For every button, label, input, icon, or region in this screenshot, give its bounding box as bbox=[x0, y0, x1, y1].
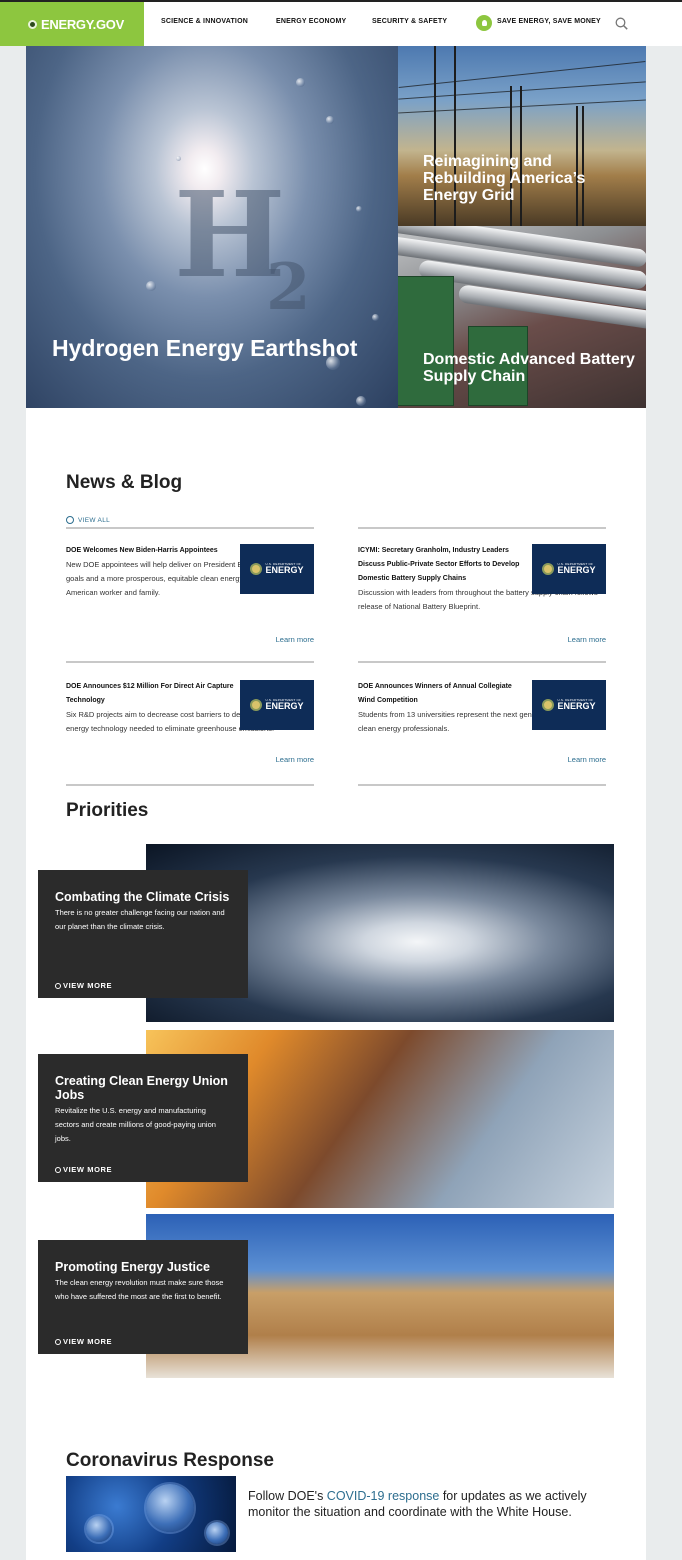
priority-title[interactable]: Creating Clean Energy Union Jobs bbox=[55, 1074, 231, 1102]
priority-card: Creating Clean Energy Union Jobs Revital… bbox=[38, 1054, 248, 1182]
coronavirus-section-title: Coronavirus Response bbox=[66, 1450, 274, 1471]
site-header: ENERGY.GOV SCIENCE & INNOVATION ENERGY E… bbox=[0, 2, 682, 46]
bubble-decoration bbox=[356, 396, 366, 406]
learn-more-link[interactable]: Learn more bbox=[276, 755, 314, 764]
doe-seal-icon bbox=[542, 699, 555, 711]
bubble-decoration bbox=[356, 206, 362, 212]
nav-security-safety[interactable]: SECURITY & SAFETY bbox=[372, 18, 447, 25]
lightbulb-icon bbox=[476, 15, 492, 31]
doe-energy-thumbnail[interactable]: U.S. DEPARTMENT OF ENERGY bbox=[532, 544, 606, 594]
doe-seal-icon bbox=[250, 563, 263, 575]
news-item: U.S. DEPARTMENT OF ENERGY DOE Announces $… bbox=[66, 680, 314, 770]
doe-energy-thumbnail[interactable]: U.S. DEPARTMENT OF ENERGY bbox=[240, 544, 314, 594]
news-item: U.S. DEPARTMENT OF ENERGY ICYMI: Secretar… bbox=[358, 544, 606, 648]
divider bbox=[358, 784, 606, 786]
virus-decoration bbox=[146, 1484, 194, 1532]
learn-more-link[interactable]: Learn more bbox=[276, 635, 314, 644]
priority-title[interactable]: Promoting Energy Justice bbox=[55, 1260, 231, 1274]
view-all-link[interactable]: VIEW ALL bbox=[66, 516, 110, 524]
doe-energy-thumbnail[interactable]: U.S. DEPARTMENT OF ENERGY bbox=[240, 680, 314, 730]
divider bbox=[358, 661, 606, 663]
logo-text: ENERGY.GOV bbox=[41, 16, 124, 32]
virus-decoration bbox=[86, 1516, 112, 1542]
covid-text-start: Follow DOE's bbox=[248, 1489, 327, 1503]
news-title[interactable]: ICYMI: Secretary Granholm, Industry Lead… bbox=[358, 544, 528, 586]
nav-save-energy[interactable]: SAVE ENERGY, SAVE MONEY bbox=[497, 18, 601, 25]
news-title[interactable]: DOE Welcomes New Biden-Harris Appointees bbox=[66, 544, 236, 558]
learn-more-link[interactable]: Learn more bbox=[568, 755, 606, 764]
hero-energy-grid-tile[interactable]: Reimagining and Rebuilding America’s Ene… bbox=[398, 46, 646, 226]
hero-battery-title[interactable]: Domestic Advanced Battery Supply Chain bbox=[423, 351, 643, 386]
learn-more-link[interactable]: Learn more bbox=[568, 635, 606, 644]
doe-energy-thumbnail[interactable]: U.S. DEPARTMENT OF ENERGY bbox=[532, 680, 606, 730]
priorities-section-title: Priorities bbox=[66, 800, 149, 821]
nav-science-innovation[interactable]: SCIENCE & INNOVATION bbox=[161, 18, 248, 25]
hero-hydrogen-title[interactable]: Hydrogen Energy Earthshot bbox=[52, 336, 372, 360]
priority-description: The clean energy revolution must make su… bbox=[55, 1278, 224, 1301]
hero-hydrogen-tile[interactable]: H 2 Hydrogen Energy Earthshot bbox=[26, 46, 398, 408]
news-item: U.S. DEPARTMENT OF ENERGY DOE Welcomes Ne… bbox=[66, 544, 314, 648]
priority-description: There is no greater challenge facing our… bbox=[55, 908, 225, 931]
doe-seal-icon bbox=[542, 563, 555, 575]
divider bbox=[358, 527, 606, 529]
circle-icon bbox=[55, 1338, 61, 1345]
thumb-logo-text: U.S. DEPARTMENT OF ENERGY bbox=[265, 698, 304, 711]
news-item: U.S. DEPARTMENT OF ENERGY DOE Announces W… bbox=[358, 680, 606, 770]
news-title[interactable]: DOE Announces $12 Million For Direct Air… bbox=[66, 680, 236, 708]
search-icon[interactable] bbox=[615, 17, 628, 30]
hero-energy-grid-title[interactable]: Reimagining and Rebuilding America’s Ene… bbox=[423, 153, 623, 204]
view-more-link[interactable]: VIEW MORE bbox=[55, 1337, 112, 1346]
h2-image-subscript: 2 bbox=[266, 250, 311, 325]
circle-icon bbox=[55, 1166, 61, 1173]
bubble-decoration bbox=[326, 116, 334, 124]
virus-decoration bbox=[206, 1522, 228, 1544]
coronavirus-text: Follow DOE's COVID-19 response for updat… bbox=[248, 1488, 618, 1520]
view-all-label: VIEW ALL bbox=[78, 516, 111, 524]
view-more-link[interactable]: VIEW MORE bbox=[55, 981, 112, 990]
bubble-decoration bbox=[146, 281, 156, 291]
priority-card: Combating the Climate Crisis There is no… bbox=[38, 870, 248, 998]
priority-title[interactable]: Combating the Climate Crisis bbox=[55, 890, 231, 904]
clock-icon bbox=[66, 516, 74, 524]
bubble-decoration bbox=[372, 314, 379, 321]
doe-seal-icon bbox=[28, 19, 37, 29]
view-more-label: VIEW MORE bbox=[63, 981, 113, 990]
priority-card: Promoting Energy Justice The clean energ… bbox=[38, 1240, 248, 1354]
coronavirus-image bbox=[66, 1476, 236, 1552]
view-more-link[interactable]: VIEW MORE bbox=[55, 1165, 112, 1174]
news-title[interactable]: DOE Announces Winners of Annual Collegia… bbox=[358, 680, 528, 708]
circuit-board bbox=[398, 276, 454, 406]
nav-energy-economy[interactable]: ENERGY ECONOMY bbox=[276, 18, 346, 25]
view-more-label: VIEW MORE bbox=[63, 1337, 113, 1346]
bubble-decoration bbox=[176, 156, 181, 161]
divider bbox=[66, 661, 314, 663]
thumb-logo-text: U.S. DEPARTMENT OF ENERGY bbox=[557, 698, 596, 711]
thumb-logo-text: U.S. DEPARTMENT OF ENERGY bbox=[265, 562, 304, 575]
circle-icon bbox=[55, 982, 61, 989]
news-section-title: News & Blog bbox=[66, 472, 183, 493]
thumb-logo-text: U.S. DEPARTMENT OF ENERGY bbox=[557, 562, 596, 575]
covid-response-link[interactable]: COVID-19 response bbox=[327, 1489, 440, 1503]
view-more-label: VIEW MORE bbox=[63, 1165, 113, 1174]
divider bbox=[66, 527, 314, 529]
priority-description: Revitalize the U.S. energy and manufactu… bbox=[55, 1106, 216, 1143]
energy-gov-logo[interactable]: ENERGY.GOV bbox=[0, 2, 144, 46]
divider bbox=[66, 784, 314, 786]
doe-seal-icon bbox=[250, 699, 263, 711]
bubble-decoration bbox=[296, 78, 305, 87]
hero-battery-tile[interactable]: Domestic Advanced Battery Supply Chain bbox=[398, 226, 646, 408]
